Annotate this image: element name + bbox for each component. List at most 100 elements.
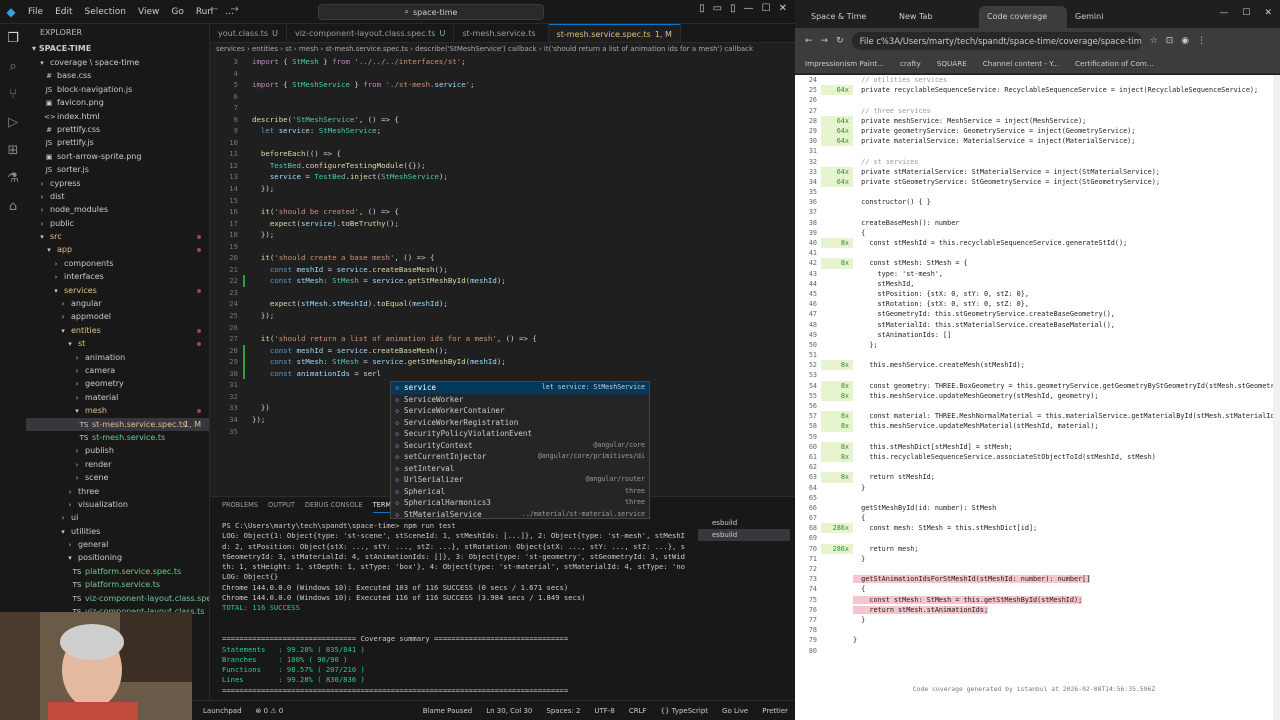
extensions-icon[interactable]: ⊞ (4, 142, 22, 160)
tree-item[interactable]: ▣ favicon.png (26, 96, 209, 109)
tree-item[interactable]: ▾ utilities (26, 525, 209, 538)
suggestion-item[interactable]: ◇ setCurrentInjector @angular/core/primiti… (391, 451, 649, 463)
tree-item[interactable]: ▾ coverage \ space-time (26, 56, 209, 69)
remote-icon[interactable]: ⌂ (4, 198, 22, 216)
menu-item-2[interactable]: Selection (79, 7, 132, 17)
panel-tab-problems[interactable]: PROBLEMS (222, 497, 258, 513)
tree-item[interactable]: JS block-navigation.js (26, 83, 209, 96)
tree-item[interactable]: # base.css (26, 69, 209, 82)
layout-secondary-icon[interactable]: ▯ (730, 3, 736, 14)
suggestion-item[interactable]: ◇ SecurityContext @angular/core (391, 440, 649, 452)
editor-tab[interactable]: viz-component-layout.class.spec.ts U (287, 24, 455, 42)
bookmark-item[interactable]: SQUARE (937, 59, 967, 68)
maximize-icon[interactable]: ☐ (762, 3, 771, 14)
back-arrow-icon[interactable]: ← (805, 36, 813, 46)
tree-item[interactable]: › camera (26, 364, 209, 377)
bookmark-item[interactable]: Impressionism Paint... (805, 59, 884, 68)
suggestion-item[interactable]: ◇ SecurityPolicyViolationEvent (391, 428, 649, 440)
forward-arrow-icon[interactable]: → (821, 36, 829, 46)
search-icon[interactable]: ⌕ (4, 58, 22, 76)
tree-item[interactable]: › animation (26, 351, 209, 364)
tree-item[interactable]: ▾ services (26, 284, 209, 297)
close-icon[interactable]: ✕ (779, 3, 787, 14)
status-right-item[interactable]: Prettier (755, 707, 795, 715)
tree-item[interactable]: ▾ mesh (26, 404, 209, 417)
reload-icon[interactable]: ↻ (836, 36, 844, 46)
tree-item[interactable]: # prettify.css (26, 123, 209, 136)
url-field[interactable]: File c%3A/Users/marty/tech/spandt/space-… (851, 31, 1142, 50)
status-right-item[interactable]: Blame Paused (416, 707, 479, 715)
browser-scrollbar[interactable] (1273, 75, 1280, 720)
tree-item[interactable]: › three (26, 485, 209, 498)
status-left-item[interactable]: ⊗ 0 ⚠ 0 (249, 707, 291, 715)
suggestion-item[interactable]: ◇ Spherical three (391, 486, 649, 498)
terminal-output[interactable]: PS C:\Users\marty\tech\spandt\space-time… (222, 521, 690, 706)
extensions-icon[interactable]: ⊡ (1166, 36, 1174, 46)
menu-item-3[interactable]: View (132, 7, 165, 17)
tree-item[interactable]: › publish (26, 444, 209, 457)
tree-item[interactable]: <>index.html (26, 110, 209, 123)
status-right-item[interactable]: Go Live (715, 707, 755, 715)
suggestion-item[interactable]: ◇ UrlSerializer @angular/router (391, 474, 649, 486)
forward-arrow-icon[interactable]: → (230, 4, 238, 15)
suggestion-item[interactable]: ◇ service let service: StMeshService (391, 382, 649, 394)
tree-item[interactable]: TS st-mesh.service.spec.ts 1, M (26, 417, 209, 431)
tree-item[interactable]: › dist (26, 190, 209, 203)
tree-item[interactable]: › render (26, 458, 209, 471)
tree-item[interactable]: › appmodel (26, 310, 209, 323)
tree-item[interactable]: TS platform.service.spec.ts (26, 565, 209, 578)
tree-item[interactable]: JS sorter.js (26, 163, 209, 176)
tree-item[interactable]: › cypress (26, 177, 209, 190)
tree-item[interactable]: ▾ entities (26, 324, 209, 337)
status-left-item[interactable]: Launchpad (196, 707, 249, 715)
browser-tab[interactable]: Gemini (1067, 6, 1155, 28)
tree-item[interactable]: ▾ app (26, 243, 209, 256)
tree-item[interactable]: › components (26, 257, 209, 270)
terminal-list-item[interactable]: esbuild (698, 517, 790, 529)
tree-item[interactable]: › ui (26, 511, 209, 524)
status-right-item[interactable]: Spaces: 2 (539, 707, 587, 715)
bookmark-item[interactable]: crafty (900, 59, 921, 68)
menu-icon[interactable]: ⋮ (1197, 36, 1206, 46)
tree-item[interactable]: TSviz-component-layout.class.spec.ts (26, 592, 209, 605)
tree-item[interactable]: › interfaces (26, 270, 209, 283)
tree-item[interactable]: › public (26, 217, 209, 230)
bookmark-star-icon[interactable]: ☆ (1150, 36, 1158, 46)
editor-tab[interactable]: st-mesh.service.spec.ts 1, M (548, 24, 681, 42)
menu-item-0[interactable]: File (22, 7, 49, 17)
layout-panel-icon[interactable]: ▭ (713, 3, 722, 14)
command-center-search[interactable]: ⌕ space-time (318, 4, 544, 20)
tree-item[interactable]: TS st-mesh.service.ts (26, 431, 209, 444)
maximize-icon[interactable]: ☐ (1242, 8, 1250, 18)
suggestion-item[interactable]: ◇ setInterval (391, 463, 649, 475)
tree-item[interactable]: › angular (26, 297, 209, 310)
bookmark-item[interactable]: Channel content - Y... (983, 59, 1059, 68)
layout-sidebar-icon[interactable]: ▯ (699, 3, 705, 14)
suggestion-item[interactable]: ◇ SphericalHarmonics3 three (391, 497, 649, 509)
menu-item-4[interactable]: Go (165, 7, 189, 17)
status-right-item[interactable]: {} TypeScript (654, 707, 716, 715)
tree-item[interactable]: › material (26, 391, 209, 404)
browser-tab[interactable]: Space & Time (803, 6, 891, 28)
browser-tab[interactable]: Code coverage (979, 6, 1067, 28)
suggestion-item[interactable]: ◇ StMaterialService ../material/st-materia… (391, 509, 649, 521)
breadcrumb[interactable]: services › entities › st › mesh › st-mes… (210, 43, 795, 56)
explorer-icon[interactable]: ❐ (4, 30, 22, 48)
status-right-item[interactable]: CRLF (622, 707, 654, 715)
tree-item[interactable]: › geometry (26, 377, 209, 390)
status-right-item[interactable]: UTF-8 (587, 707, 621, 715)
tree-item[interactable]: › visualization (26, 498, 209, 511)
suggestion-item[interactable]: ◇ ServiceWorkerRegistration (391, 417, 649, 429)
tree-item[interactable]: ▾ src (26, 230, 209, 243)
tree-item[interactable]: TS platform.service.ts (26, 578, 209, 591)
testing-icon[interactable]: ⚗ (4, 170, 22, 188)
tree-item[interactable]: › node_modules (26, 203, 209, 216)
profile-icon[interactable]: ◉ (1181, 36, 1189, 46)
tree-item[interactable]: JS prettify.js (26, 136, 209, 149)
tree-item[interactable]: ▾ st (26, 337, 209, 350)
editor-tab[interactable]: st-mesh.service.ts (454, 24, 549, 42)
run-debug-icon[interactable]: ▷ (4, 114, 22, 132)
editor-tab[interactable]: yout.class.ts U (210, 24, 287, 42)
panel-tab-debug-console[interactable]: DEBUG CONSOLE (305, 497, 363, 513)
suggestion-item[interactable]: ◇ ServiceWorkerContainer (391, 405, 649, 417)
